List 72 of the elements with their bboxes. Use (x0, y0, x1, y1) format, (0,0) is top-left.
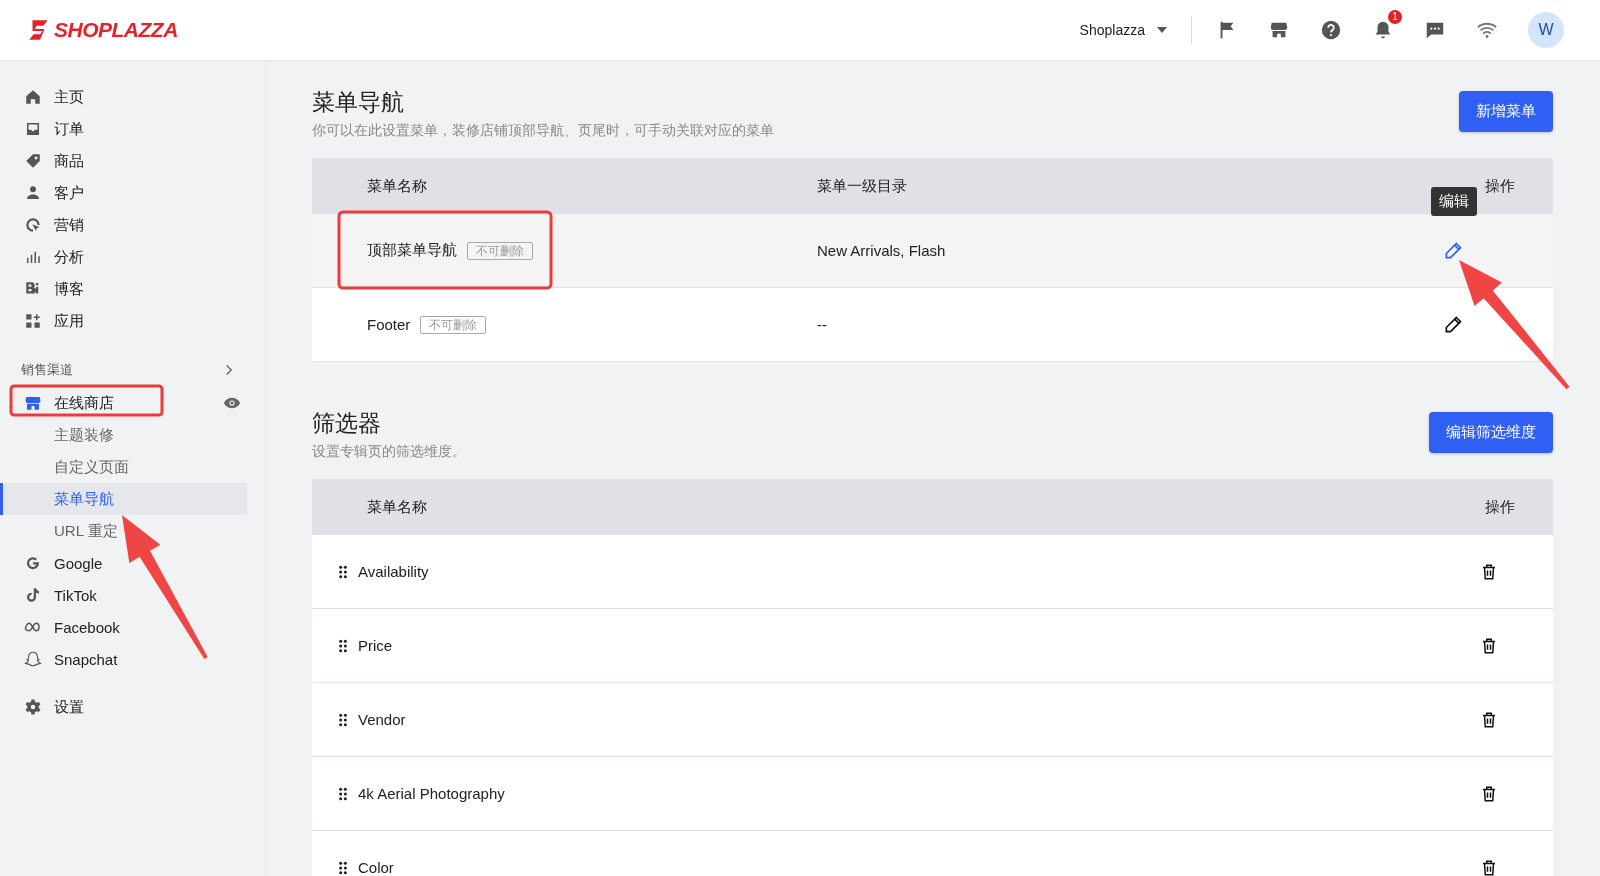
section-title: 筛选器 (312, 409, 382, 438)
drag-handle-icon[interactable] (338, 638, 348, 653)
drag-handle-icon[interactable] (338, 712, 348, 727)
sub-nav-item[interactable]: 菜单导航 (0, 483, 247, 515)
eye-icon[interactable] (223, 397, 241, 409)
orders-icon (24, 120, 42, 138)
nav-item[interactable]: 博客 (0, 273, 84, 305)
column-header: 菜单名称 (366, 497, 428, 517)
nav-item[interactable]: 客户 (0, 177, 84, 209)
delete-icon[interactable] (1480, 710, 1498, 729)
nav-item[interactable]: 订单 (0, 113, 84, 145)
target-icon (24, 216, 42, 234)
home-icon (24, 88, 42, 106)
filter-name: Price (358, 637, 393, 654)
nav-item[interactable]: 在线商店 (0, 387, 114, 419)
column-header: 操作 (1484, 497, 1516, 517)
delete-icon[interactable] (1480, 858, 1498, 876)
delete-icon[interactable] (1480, 784, 1498, 803)
avatar[interactable]: W (1528, 12, 1564, 48)
apps-icon (24, 312, 42, 330)
help-icon[interactable] (1320, 19, 1342, 41)
nav-item[interactable]: 设置 (0, 691, 84, 723)
column-header: 操作 (1484, 176, 1516, 196)
music-note-icon (24, 586, 42, 604)
nav-item[interactable]: Facebook (0, 611, 120, 643)
edit-icon[interactable] (1443, 314, 1463, 335)
tag: 不可删除 (420, 315, 487, 334)
chevron-right-icon[interactable] (225, 364, 233, 376)
g-letter-icon (24, 554, 42, 572)
logo-text: SHOPLAZZA (54, 18, 178, 42)
tag: 不可删除 (467, 241, 533, 260)
notification-badge: 1 (1388, 10, 1402, 24)
nav-item[interactable]: TikTok (0, 579, 97, 611)
caret-icon (1157, 27, 1167, 33)
settings-icon (24, 698, 42, 716)
drag-handle-icon[interactable] (338, 564, 348, 579)
add-menu-button[interactable]: 新增菜单 (1459, 91, 1553, 132)
tag-icon (24, 152, 42, 170)
nav-item[interactable]: Snapchat (0, 643, 118, 675)
nav-item[interactable]: 主页 (0, 81, 84, 113)
delete-icon[interactable] (1480, 636, 1498, 655)
tooltip: 编辑 (1431, 186, 1477, 216)
drag-handle-icon[interactable] (338, 786, 348, 801)
sub-nav-item[interactable]: URL 重定 (0, 515, 247, 547)
delete-icon[interactable] (1480, 562, 1498, 581)
ghost-icon (24, 650, 42, 668)
nav-item[interactable]: Google (0, 547, 103, 579)
nav-item[interactable]: 营销 (0, 209, 84, 241)
section-description: 设置专辑页的筛选维度。 (312, 443, 466, 461)
filter-name: Color (358, 859, 394, 876)
sub-nav-item[interactable]: 自定义页面 (0, 451, 247, 483)
filter-name: Availability (358, 563, 429, 580)
menu-name: 顶部菜单导航 (367, 241, 457, 260)
menu-name: Footer (367, 316, 411, 333)
filter-name: Vendor (358, 711, 406, 728)
column-header: 菜单一级目录 (817, 176, 908, 196)
sub-nav-item[interactable]: 主题装修 (0, 419, 247, 451)
store-switcher[interactable]: Shoplazza (1079, 22, 1167, 38)
section-description: 你可以在此设置菜单，装修店铺顶部导航、页尾时，可手动关联对应的菜单 (312, 122, 774, 140)
edit-filters-button[interactable]: 编辑筛选维度 (1429, 412, 1553, 453)
drag-handle-icon[interactable] (338, 860, 348, 875)
nav-item[interactable]: 应用 (0, 305, 84, 337)
section-label: 销售渠道 (21, 361, 73, 379)
user-icon (24, 184, 42, 202)
table-cell-text: New Arrivals, Flash (817, 242, 947, 259)
table-cell-text: -- (817, 316, 828, 333)
filter-name: 4k Aerial Photography (358, 785, 505, 802)
column-header: 菜单名称 (366, 176, 428, 196)
store-icon (24, 394, 42, 412)
nav-item[interactable]: 分析 (0, 241, 84, 273)
section-title: 菜单导航 (312, 88, 405, 117)
nav-item[interactable]: 商品 (0, 145, 84, 177)
